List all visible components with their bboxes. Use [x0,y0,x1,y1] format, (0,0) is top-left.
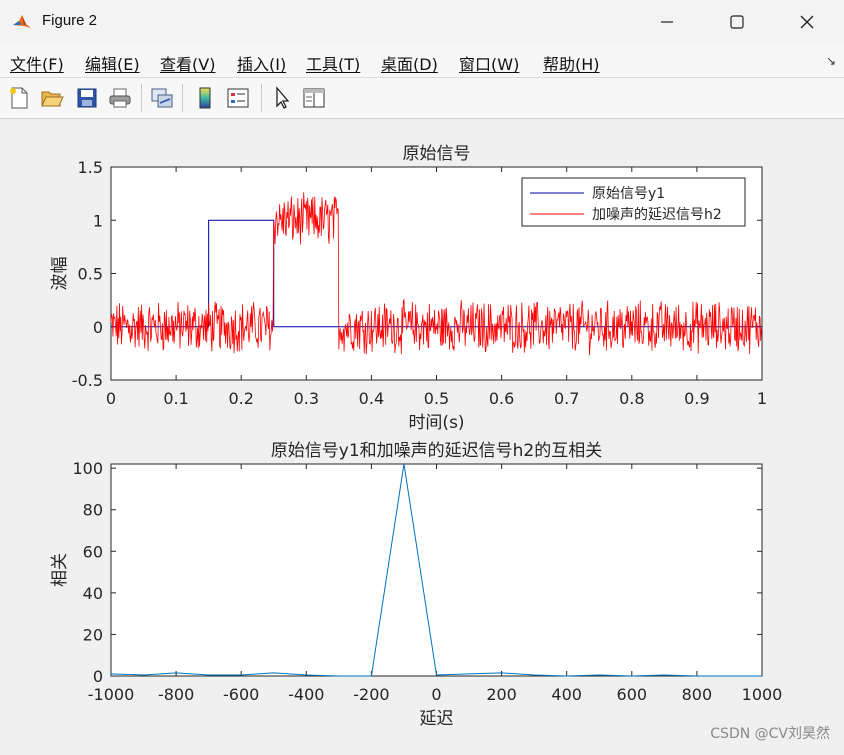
x-tick-label: 200 [486,685,517,704]
colorbar-icon [199,87,211,109]
property-inspector-button[interactable] [300,84,328,112]
new-figure-icon [10,87,28,109]
maximize-icon [730,15,744,29]
print-button[interactable] [106,84,134,112]
x-tick-label: 0.1 [163,389,188,408]
chart-title: 原始信号 [403,144,471,164]
legend-entry: 原始信号y1 [592,186,665,202]
maximize-button[interactable] [714,0,760,44]
close-button[interactable] [784,0,830,44]
y-tick-label: -0.5 [72,371,103,390]
x-tick-label: 1 [757,389,767,408]
x-tick-label: 0.4 [359,389,384,408]
x-tick-label: -1000 [88,685,135,704]
x-tick-label: 0.8 [619,389,644,408]
insert-legend-button[interactable] [224,84,252,112]
figure-toolbar [0,78,844,119]
y-tick-label: 1.5 [78,158,103,177]
toolbar-separator [261,84,262,112]
y-tick-label: 40 [83,584,103,603]
y-axis-label: 波幅 [50,257,70,291]
save-button[interactable] [73,84,101,112]
x-tick-label: -600 [223,685,259,704]
y-tick-label: 0.5 [78,265,103,284]
x-tick-label: 400 [551,685,582,704]
menu-bar: 文件(F) 编辑(E) 查看(V) 插入(I) 工具(T) 桌面(D) 窗口(W… [0,44,844,78]
select-button[interactable] [268,84,296,112]
y-tick-label: 0 [93,667,103,686]
new-figure-button[interactable] [5,84,33,112]
menu-view[interactable]: 查看(V) [160,51,215,75]
x-tick-label: -800 [158,685,194,704]
x-tick-label: 0.9 [684,389,709,408]
open-file-icon [41,91,64,107]
save-icon [77,88,97,108]
select-cursor-icon [276,86,290,109]
x-tick-label: 0.7 [554,389,579,408]
x-axis-label: 时间(s) [408,413,464,433]
close-icon [800,15,814,29]
x-tick-label: 0.2 [228,389,253,408]
menu-edit[interactable]: 编辑(E) [85,51,140,75]
y-tick-label: 0 [93,318,103,337]
print-icon [109,88,131,108]
x-tick-label: -200 [353,685,389,704]
menu-desktop[interactable]: 桌面(D) [381,51,438,75]
figure-axes-svg: 0 0.1 0.2 0.3 0.4 0.5 0.6 0.7 0.8 0.9 1-0.500.511.… [50,144,783,729]
link-plot-icon [151,88,173,108]
open-file-button[interactable] [38,84,66,112]
window-title-bar: Figure 2 [0,0,844,45]
y-tick-label: 20 [83,625,103,644]
y-tick-label: 1 [93,211,103,230]
menu-window[interactable]: 窗口(W) [459,51,519,75]
toolbar-separator [182,84,183,112]
property-inspector-icon [303,88,325,108]
minimize-icon [661,21,673,23]
menu-insert[interactable]: 插入(I) [237,51,286,75]
menu-help[interactable]: 帮助(H) [543,51,600,75]
x-tick-label: 1000 [742,685,783,704]
x-axis-label: 延迟 [420,709,454,729]
insert-colorbar-button[interactable] [191,84,219,112]
dock-arrow-icon[interactable]: ↘ [826,54,836,68]
link-plot-button[interactable] [148,84,176,112]
window-title: Figure 2 [42,12,98,29]
x-tick-label: -400 [288,685,324,704]
legend-entry: 加噪声的延迟信号h2 [592,207,722,223]
x-tick-label: 800 [682,685,713,704]
x-tick-label: 0.6 [489,389,514,408]
x-tick-label: 0 [431,685,441,704]
chart-title: 原始信号y1和加噪声的延迟信号h2的互相关 [271,441,602,461]
toolbar-separator [141,84,142,112]
matlab-logo-icon [13,15,31,28]
legend-icon [227,88,249,108]
x-tick-label: 0.3 [294,389,319,408]
minimize-button[interactable] [644,0,690,44]
menu-tools[interactable]: 工具(T) [306,51,360,75]
y-tick-label: 60 [83,542,103,561]
y-axis-label: 相关 [50,553,70,587]
watermark: CSDN @CV刘昊然 [710,726,830,742]
figure-canvas: 0 0.1 0.2 0.3 0.4 0.5 0.6 0.7 0.8 0.9 1 -0.5 0 0.5 1 1.… [0,119,844,751]
menu-file[interactable]: 文件(F) [10,51,64,75]
x-tick-label: 600 [617,685,648,704]
y-tick-label: 100 [72,459,103,478]
y-tick-label: 80 [83,501,103,520]
axes-background-1 [110,463,763,677]
x-tick-label: 0.5 [424,389,449,408]
x-tick-label: 0 [106,389,116,408]
